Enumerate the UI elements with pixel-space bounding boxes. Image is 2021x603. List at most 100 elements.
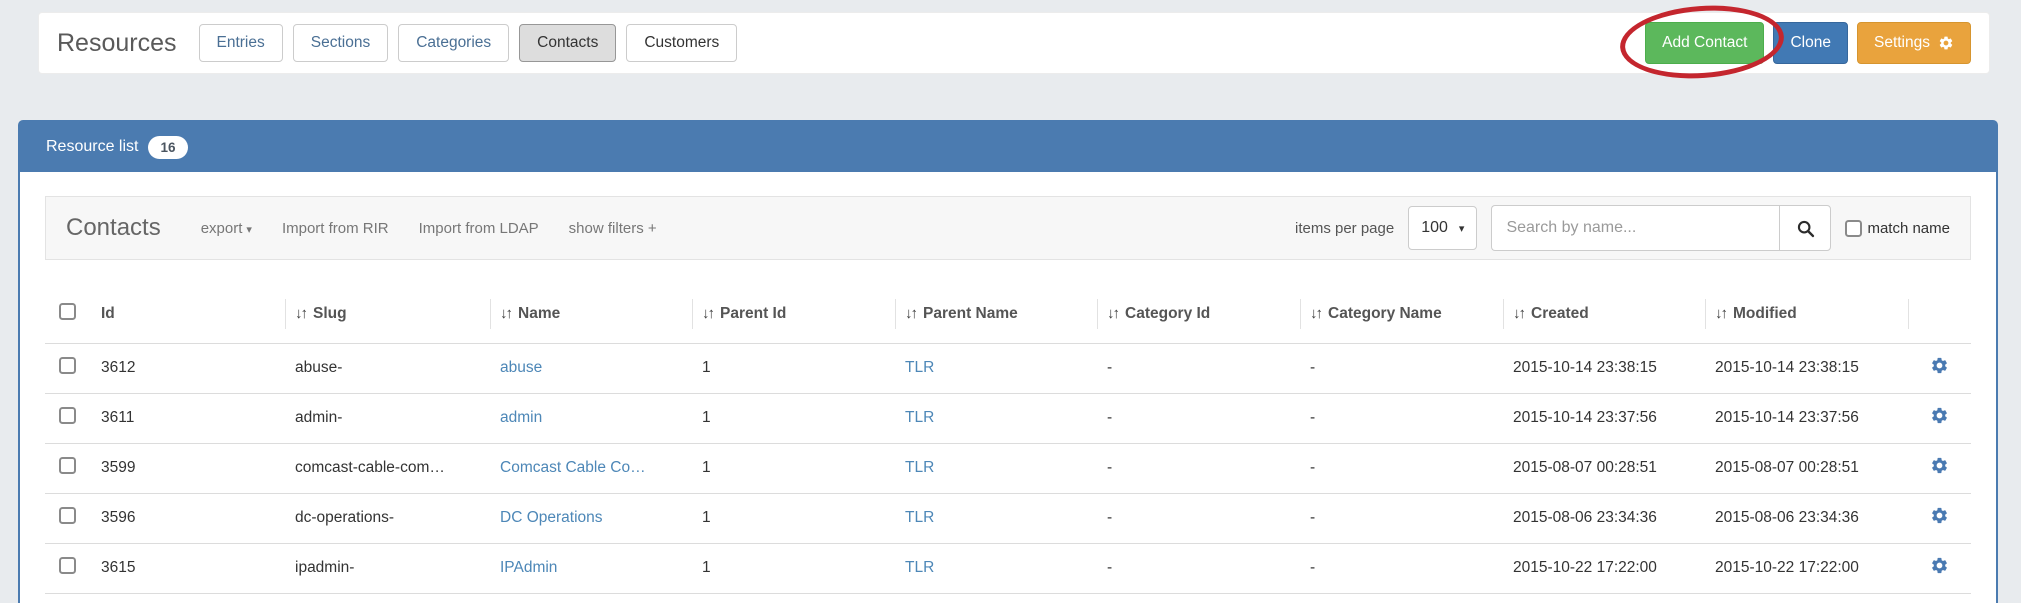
parent-name-link[interactable]: TLR bbox=[905, 559, 934, 576]
contact-name-link[interactable]: admin bbox=[500, 409, 542, 426]
contact-name-link[interactable]: DC Operations bbox=[500, 509, 603, 526]
column-header-label: Created bbox=[1531, 305, 1589, 322]
resource-type-tabs: Entries Sections Categories Contacts Cus… bbox=[199, 24, 738, 62]
category-name-cell: - bbox=[1300, 393, 1503, 443]
column-header-modified[interactable]: ↓↑Modified bbox=[1705, 285, 1908, 343]
table-row: 3599 comcast-cable-com… Comcast Cable Co… bbox=[45, 443, 1971, 493]
contact-id-cell: 3615 bbox=[91, 543, 285, 593]
column-header-category-id[interactable]: ↓↑Category Id bbox=[1097, 285, 1300, 343]
contact-slug-cell: comcast-cable-com… bbox=[285, 443, 490, 493]
row-checkbox[interactable] bbox=[59, 407, 76, 424]
row-settings-gear-icon[interactable] bbox=[1930, 406, 1949, 425]
list-heading: Contacts bbox=[66, 214, 161, 242]
parent-name-link[interactable]: TLR bbox=[905, 459, 934, 476]
category-name-cell: - bbox=[1300, 493, 1503, 543]
add-contact-wrap: Add Contact bbox=[1645, 22, 1764, 64]
column-header-id: Id bbox=[91, 285, 285, 343]
caret-down-icon: ▾ bbox=[246, 224, 252, 236]
column-header-name[interactable]: ↓↑Name bbox=[490, 285, 692, 343]
column-header-category-name[interactable]: ↓↑Category Name bbox=[1300, 285, 1503, 343]
column-header-slug[interactable]: ↓↑Slug bbox=[285, 285, 490, 343]
category-id-cell: - bbox=[1097, 543, 1300, 593]
show-filters-link[interactable]: show filters + bbox=[569, 220, 657, 237]
tab-sections[interactable]: Sections bbox=[293, 24, 388, 62]
category-name-cell: - bbox=[1300, 343, 1503, 393]
row-settings-gear-icon[interactable] bbox=[1930, 556, 1949, 575]
contact-name-link[interactable]: Comcast Cable Co… bbox=[500, 459, 646, 476]
panel-header: Resource list 16 bbox=[20, 122, 1996, 172]
resource-count-badge: 16 bbox=[148, 136, 187, 159]
row-settings-gear-icon[interactable] bbox=[1930, 356, 1949, 375]
page-title: Resources bbox=[57, 29, 177, 58]
items-per-page-label: items per page bbox=[1295, 220, 1394, 237]
clone-button[interactable]: Clone bbox=[1773, 22, 1848, 64]
search-button[interactable] bbox=[1779, 205, 1831, 251]
contact-slug-cell: admin- bbox=[285, 393, 490, 443]
search-input[interactable] bbox=[1491, 205, 1779, 251]
tab-contacts[interactable]: Contacts bbox=[519, 24, 616, 62]
parent-id-cell: 1 bbox=[692, 343, 895, 393]
parent-name-link[interactable]: TLR bbox=[905, 409, 934, 426]
modified-cell: 2015-10-14 23:38:15 bbox=[1705, 343, 1908, 393]
row-checkbox[interactable] bbox=[59, 557, 76, 574]
category-name-cell: - bbox=[1300, 543, 1503, 593]
top-action-bar: Resources Entries Sections Categories Co… bbox=[38, 12, 1990, 74]
table-row: 3611 admin- admin 1 TLR - - 2015-10-14 2… bbox=[45, 393, 1971, 443]
tab-customers[interactable]: Customers bbox=[626, 24, 737, 62]
category-id-cell: - bbox=[1097, 443, 1300, 493]
contact-slug-cell: ipadmin- bbox=[285, 543, 490, 593]
column-header-label: Category Id bbox=[1125, 305, 1210, 322]
search-icon bbox=[1795, 218, 1816, 239]
column-header-label: Category Name bbox=[1328, 305, 1442, 322]
contacts-table-body: 3612 abuse- abuse 1 TLR - - 2015-10-14 2… bbox=[45, 343, 1971, 593]
import-ldap-link[interactable]: Import from LDAP bbox=[419, 220, 539, 237]
export-dropdown[interactable]: export▾ bbox=[201, 220, 252, 237]
column-header-created[interactable]: ↓↑ Created bbox=[1503, 285, 1705, 343]
gear-icon bbox=[1938, 35, 1954, 51]
match-name-label: match name bbox=[1867, 220, 1950, 237]
row-checkbox[interactable] bbox=[59, 357, 76, 374]
tab-entries[interactable]: Entries bbox=[199, 24, 283, 62]
modified-cell: 2015-08-07 00:28:51 bbox=[1705, 443, 1908, 493]
table-row: 3612 abuse- abuse 1 TLR - - 2015-10-14 2… bbox=[45, 343, 1971, 393]
settings-button-label: Settings bbox=[1874, 34, 1930, 52]
parent-id-cell: 1 bbox=[692, 393, 895, 443]
contact-slug-cell: dc-operations- bbox=[285, 493, 490, 543]
column-header-label: Id bbox=[101, 305, 115, 322]
resource-list-panel: Resource list 16 Contacts export▾ Import… bbox=[18, 120, 1998, 603]
contact-name-link[interactable]: abuse bbox=[500, 359, 542, 376]
match-name-checkbox[interactable] bbox=[1845, 220, 1862, 237]
select-all-checkbox[interactable] bbox=[59, 303, 76, 320]
row-checkbox[interactable] bbox=[59, 507, 76, 524]
contact-name-link[interactable]: IPAdmin bbox=[500, 559, 557, 576]
tab-categories[interactable]: Categories bbox=[398, 24, 509, 62]
column-header-label: Name bbox=[518, 305, 560, 322]
toolbar-right-group: items per page 100 ▾ bbox=[1295, 205, 1950, 251]
created-cell: 2015-10-14 23:37:56 bbox=[1503, 393, 1705, 443]
category-name-cell: - bbox=[1300, 443, 1503, 493]
column-header-parent-id[interactable]: ↓↑Parent Id bbox=[692, 285, 895, 343]
contact-id-cell: 3612 bbox=[91, 343, 285, 393]
column-header-label: Parent Name bbox=[923, 305, 1018, 322]
category-id-cell: - bbox=[1097, 393, 1300, 443]
import-rir-link[interactable]: Import from RIR bbox=[282, 220, 389, 237]
parent-name-link[interactable]: TLR bbox=[905, 359, 934, 376]
settings-button[interactable]: Settings bbox=[1857, 22, 1971, 64]
sort-arrows-icon: ↓↑ bbox=[1513, 305, 1524, 322]
parent-id-cell: 1 bbox=[692, 443, 895, 493]
page-size-dropdown[interactable]: 100 ▾ bbox=[1408, 206, 1477, 250]
column-header-label: Parent Id bbox=[720, 305, 786, 322]
created-cell: 2015-10-22 17:22:00 bbox=[1503, 543, 1705, 593]
export-label: export bbox=[201, 220, 243, 237]
search-group bbox=[1491, 205, 1831, 251]
row-settings-gear-icon[interactable] bbox=[1930, 506, 1949, 525]
table-row: 3596 dc-operations- DC Operations 1 TLR … bbox=[45, 493, 1971, 543]
created-cell: 2015-10-14 23:38:15 bbox=[1503, 343, 1705, 393]
column-header-parent-name[interactable]: ↓↑Parent Name bbox=[895, 285, 1097, 343]
add-contact-button[interactable]: Add Contact bbox=[1645, 22, 1764, 64]
parent-name-link[interactable]: TLR bbox=[905, 509, 934, 526]
row-checkbox[interactable] bbox=[59, 457, 76, 474]
row-settings-gear-icon[interactable] bbox=[1930, 456, 1949, 475]
modified-cell: 2015-08-06 23:34:36 bbox=[1705, 493, 1908, 543]
sort-arrows-icon: ↓↑ bbox=[1715, 305, 1726, 322]
